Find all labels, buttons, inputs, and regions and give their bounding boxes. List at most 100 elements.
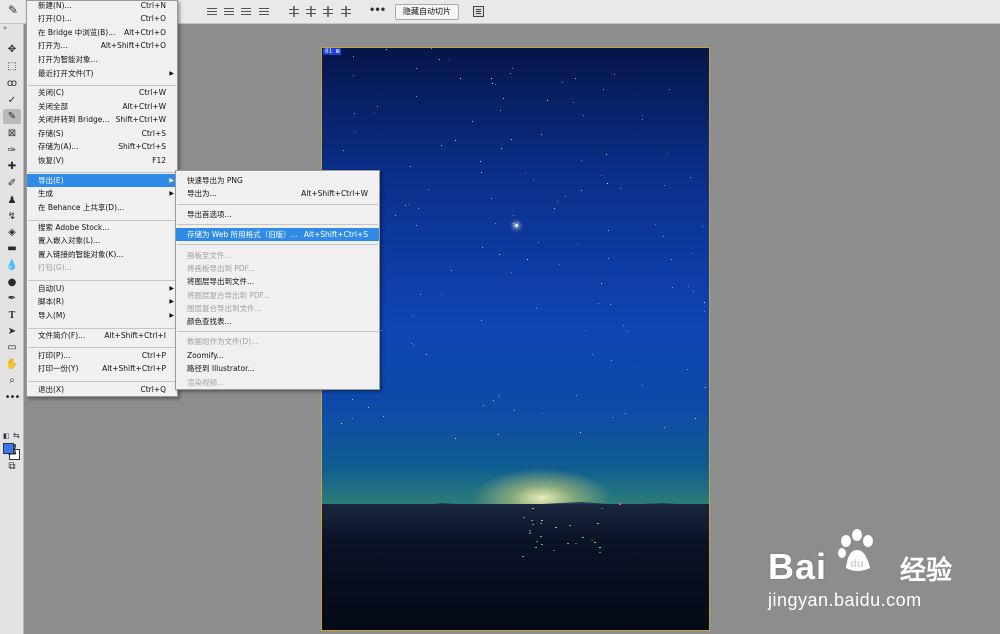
file-menu-item[interactable]: 置入链接的智能对象(K)...: [27, 248, 177, 261]
file-menu-item[interactable]: 恢复(V) F12: [27, 154, 177, 167]
default-colors-icon[interactable]: ◧: [3, 432, 10, 440]
type-tool-icon[interactable]: T: [3, 308, 21, 323]
star: [610, 304, 611, 305]
blur-tool-icon[interactable]: 💧: [3, 258, 21, 273]
file-menu-item[interactable]: 生成 ▶: [27, 187, 177, 200]
screen-mode-icon[interactable]: ⧉: [3, 459, 21, 474]
rectangle-tool-icon[interactable]: ▭: [3, 340, 21, 355]
file-menu-item[interactable]: 打印一份(Y) Alt+Shift+Ctrl+P: [27, 362, 177, 375]
star: [482, 247, 483, 248]
menu-item-label: 置入嵌入对象(L)...: [38, 236, 101, 245]
star: [642, 385, 643, 386]
brush-tool-icon[interactable]: ✐: [3, 176, 21, 191]
quick-select-tool-icon[interactable]: ✓: [3, 93, 21, 108]
file-menu-item[interactable]: 关闭并转到 Bridge... Shift+Ctrl+W: [27, 113, 177, 126]
star: [501, 148, 502, 149]
zoom-tool-icon[interactable]: ⌕: [3, 373, 21, 388]
gradient-tool-icon[interactable]: ▬: [3, 241, 21, 256]
move-tool-icon[interactable]: ✥: [3, 42, 21, 57]
star: [577, 244, 578, 245]
town-light: [575, 543, 577, 544]
star: [612, 417, 613, 418]
history-brush-tool-icon[interactable]: ↯: [3, 209, 21, 224]
file-menu-item[interactable]: 文件简介(F)... Alt+Shift+Ctrl+I: [27, 329, 177, 342]
more-options-icon[interactable]: •••: [369, 5, 386, 16]
file-menu-item[interactable]: 搜索 Adobe Stock...: [27, 221, 177, 234]
stamp-tool-icon[interactable]: ♟: [3, 193, 21, 208]
healing-tool-icon[interactable]: ✚: [3, 159, 21, 174]
align-top-icon[interactable]: [206, 6, 218, 17]
star: [575, 78, 576, 79]
file-menu-item[interactable]: 自动(U) ▶: [27, 282, 177, 295]
more-tools-icon[interactable]: •••: [3, 390, 21, 405]
file-menu-item[interactable]: 脚本(R) ▶: [27, 295, 177, 308]
star: [495, 223, 496, 224]
swap-colors-icon[interactable]: ⇆: [13, 431, 20, 440]
path-select-tool-icon[interactable]: ➤: [3, 324, 21, 339]
hide-auto-slices-button[interactable]: 隐藏自动切片: [395, 4, 459, 20]
lasso-tool-icon[interactable]: ꝏ: [3, 76, 21, 91]
distribute-vertical-icon[interactable]: [258, 6, 270, 17]
file-menu-item[interactable]: 打开为智能对象...: [27, 53, 177, 66]
file-menu-item[interactable]: 关闭全部 Alt+Ctrl+W: [27, 100, 177, 113]
align-middle-icon[interactable]: [223, 6, 235, 17]
align-left-icon[interactable]: [288, 6, 300, 17]
submenu-arrow-icon: ▶: [169, 70, 174, 77]
dodge-tool-icon[interactable]: ●: [3, 275, 21, 290]
star: [514, 410, 515, 411]
menu-item-shortcut: Alt+Shift+Ctrl+P: [102, 364, 166, 373]
export-menu-item[interactable]: 路径到 Illustrator...: [176, 362, 379, 375]
file-menu-item[interactable]: 打开(O)... Ctrl+O: [27, 12, 177, 25]
star: [687, 369, 688, 370]
file-menu-item[interactable]: 置入嵌入对象(L)...: [27, 234, 177, 247]
file-menu-item[interactable]: 存储为(A)... Shift+Ctrl+S: [27, 140, 177, 153]
menu-item-label: 自动(U): [38, 284, 65, 293]
file-menu-item[interactable]: 新建(N)... Ctrl+N: [27, 0, 177, 12]
town-light: [601, 508, 603, 509]
slice-tool-icon[interactable]: ✎: [3, 109, 21, 124]
star: [606, 154, 607, 155]
menu-item-label: 路径到 Illustrator...: [187, 364, 255, 373]
menu-item-label: 置入链接的智能对象(K)...: [38, 250, 124, 259]
star: [368, 407, 369, 408]
panel-grip-icon[interactable]: »: [3, 24, 7, 32]
star: [383, 416, 384, 417]
export-menu-item[interactable]: 颜色查找表...: [176, 315, 379, 328]
star: [554, 208, 555, 209]
slice-options-icon[interactable]: [473, 6, 484, 17]
file-menu-item[interactable]: 打开为... Alt+Shift+Ctrl+O: [27, 39, 177, 52]
tool-preset-picker[interactable]: ✎: [8, 3, 26, 21]
export-menu-item[interactable]: 导出为... Alt+Shift+Ctrl+W: [176, 187, 379, 200]
eyedropper-tool-icon[interactable]: ✑: [3, 143, 21, 158]
align-right-icon[interactable]: [322, 6, 334, 17]
export-menu-item[interactable]: 存储为 Web 所用格式（旧版）... Alt+Shift+Ctrl+S: [176, 228, 379, 241]
file-menu-item[interactable]: 关闭(C) Ctrl+W: [27, 86, 177, 99]
file-menu-item[interactable]: 退出(X) Ctrl+Q: [27, 383, 177, 396]
file-menu-item[interactable]: 最近打开文件(T) ▶: [27, 67, 177, 80]
eraser-tool-icon[interactable]: ◈: [3, 225, 21, 240]
align-center-icon[interactable]: [305, 6, 317, 17]
menu-item-label: 最近打开文件(T): [38, 69, 94, 78]
star: [411, 343, 412, 344]
align-bottom-icon[interactable]: [240, 6, 252, 17]
frame-tool-icon[interactable]: ⊠: [3, 126, 21, 141]
file-menu-item[interactable]: 导出(E) ▶: [27, 174, 177, 187]
star: [608, 258, 609, 259]
distribute-horizontal-icon[interactable]: [340, 6, 352, 17]
export-menu-item[interactable]: Zoomify...: [176, 349, 379, 362]
pen-tool-icon[interactable]: ✒: [3, 291, 21, 306]
menu-item-label: 关闭全部: [38, 102, 68, 111]
file-menu-item[interactable]: 存储(S) Ctrl+S: [27, 127, 177, 140]
menu-item-label: 打开为智能对象...: [38, 55, 98, 64]
foreground-color-swatch[interactable]: [3, 443, 14, 454]
file-menu-item[interactable]: 打印(P)... Ctrl+P: [27, 349, 177, 362]
file-menu-item[interactable]: 导入(M) ▶: [27, 309, 177, 322]
export-menu-item[interactable]: 将图层导出到文件...: [176, 275, 379, 288]
hand-tool-icon[interactable]: ✋: [3, 357, 21, 372]
export-menu-item: 渲染视频...: [176, 376, 379, 389]
marquee-tool-icon[interactable]: ⬚: [3, 59, 21, 74]
export-menu-item[interactable]: 快速导出为 PNG: [176, 174, 379, 187]
export-menu-item[interactable]: 导出首选项...: [176, 208, 379, 221]
file-menu-item[interactable]: 在 Behance 上共享(D)...: [27, 201, 177, 214]
file-menu-item[interactable]: 在 Bridge 中浏览(B)... Alt+Ctrl+O: [27, 26, 177, 39]
